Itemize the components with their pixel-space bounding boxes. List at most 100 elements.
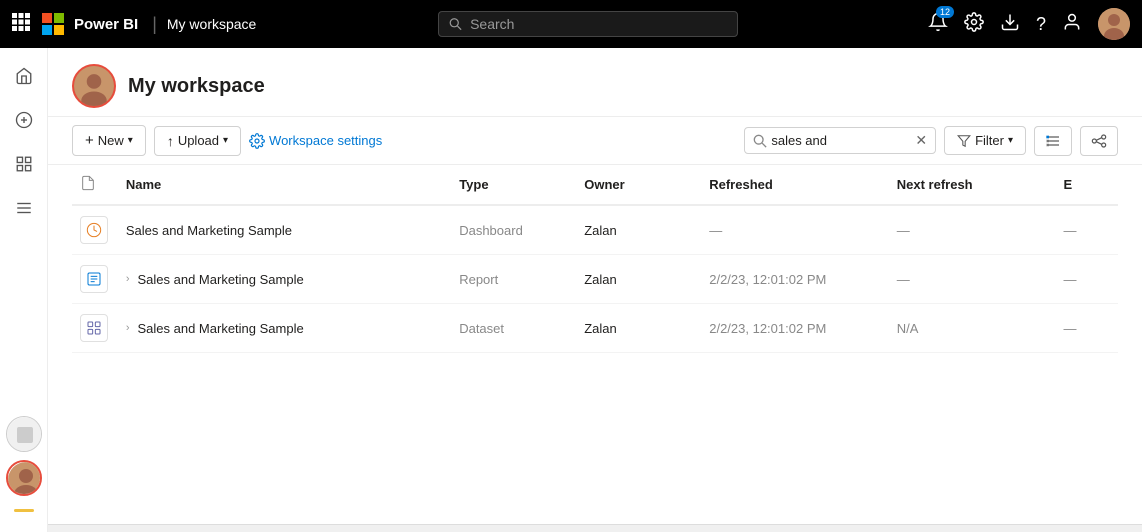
plus-icon: + bbox=[85, 132, 94, 149]
name-cell-container: › Sales and Marketing Sample bbox=[126, 272, 443, 287]
col-header-e[interactable]: E bbox=[1055, 165, 1118, 205]
dataset-icon bbox=[80, 314, 108, 342]
col-header-name[interactable]: Name bbox=[118, 165, 451, 205]
sidebar-learn-icon[interactable] bbox=[6, 416, 42, 452]
notification-badge: 12 bbox=[936, 6, 954, 18]
row-refreshed-cell: — bbox=[701, 205, 889, 255]
waffle-icon[interactable] bbox=[12, 13, 30, 36]
upload-button-label: Upload bbox=[178, 133, 219, 148]
table-row[interactable]: Sales and Marketing Sample Dashboard Zal… bbox=[72, 205, 1118, 255]
sidebar-bottom bbox=[6, 416, 42, 524]
search-box[interactable] bbox=[438, 11, 738, 37]
row-chevron: › bbox=[126, 322, 130, 334]
col-header-next-refresh[interactable]: Next refresh bbox=[889, 165, 1056, 205]
upload-icon: ↑ bbox=[167, 133, 174, 149]
main-layout: My workspace + New ▾ ↑ Upload ▾ Workspac… bbox=[0, 48, 1142, 532]
row-name-cell: › Sales and Marketing Sample bbox=[118, 255, 451, 304]
workspace-toolbar: + New ▾ ↑ Upload ▾ Workspace settings bbox=[48, 117, 1142, 165]
col-header-owner[interactable]: Owner bbox=[576, 165, 701, 205]
row-owner-cell: Zalan bbox=[576, 205, 701, 255]
sidebar-item-home[interactable] bbox=[4, 56, 44, 96]
row-next-refresh-cell: — bbox=[889, 205, 1056, 255]
row-owner-cell: Zalan bbox=[576, 255, 701, 304]
items-table-area: Name Type Owner Refreshed Next refresh E… bbox=[48, 165, 1142, 524]
nav-icons: 12 ? bbox=[928, 8, 1130, 40]
workspace-settings-button[interactable]: Workspace settings bbox=[249, 133, 382, 149]
sidebar-user-avatar[interactable] bbox=[6, 460, 42, 496]
content-area: My workspace + New ▾ ↑ Upload ▾ Workspac… bbox=[48, 48, 1142, 532]
table-header-row: Name Type Owner Refreshed Next refresh E bbox=[72, 165, 1118, 205]
name-cell-container: Sales and Marketing Sample bbox=[126, 223, 443, 238]
gear-settings-icon bbox=[249, 133, 265, 149]
items-table: Name Type Owner Refreshed Next refresh E… bbox=[72, 165, 1118, 353]
row-e-cell: — bbox=[1055, 304, 1118, 353]
upload-button[interactable]: ↑ Upload ▾ bbox=[154, 126, 241, 156]
filter-chevron-icon: ▾ bbox=[1008, 135, 1013, 146]
row-name-cell: Sales and Marketing Sample bbox=[118, 205, 451, 255]
help-icon[interactable]: ? bbox=[1036, 14, 1046, 35]
top-navigation: Power BI | My workspace 12 bbox=[0, 0, 1142, 48]
row-type-cell: Dashboard bbox=[451, 205, 576, 255]
workspace-avatar bbox=[72, 64, 116, 108]
row-name[interactable]: Sales and Marketing Sample bbox=[126, 223, 292, 238]
row-icon-cell bbox=[72, 255, 118, 304]
sidebar bbox=[0, 48, 48, 532]
row-name[interactable]: Sales and Marketing Sample bbox=[138, 321, 304, 336]
row-next-refresh-cell: — bbox=[889, 255, 1056, 304]
lineage-view-button[interactable] bbox=[1080, 126, 1118, 156]
row-chevron: › bbox=[126, 273, 130, 285]
search-clear-icon[interactable]: ✕ bbox=[915, 132, 927, 149]
download-icon[interactable] bbox=[1000, 12, 1020, 37]
filter-button[interactable]: Filter ▾ bbox=[944, 126, 1026, 155]
sidebar-item-browse[interactable] bbox=[4, 144, 44, 184]
workspace-header: My workspace bbox=[48, 48, 1142, 117]
search-container bbox=[264, 11, 912, 37]
view-toggle-button[interactable] bbox=[1034, 126, 1072, 156]
sidebar-bottom-indicator bbox=[6, 504, 42, 516]
user-avatar[interactable] bbox=[1098, 8, 1130, 40]
filter-icon bbox=[957, 134, 971, 148]
report-icon bbox=[80, 265, 108, 293]
row-refreshed-cell: 2/2/23, 12:01:02 PM bbox=[701, 304, 889, 353]
list-view-icon bbox=[1045, 133, 1061, 149]
horizontal-scrollbar[interactable] bbox=[48, 524, 1142, 532]
row-type-cell: Report bbox=[451, 255, 576, 304]
row-type-cell: Dataset bbox=[451, 304, 576, 353]
search-icon bbox=[449, 17, 462, 31]
lineage-icon bbox=[1091, 133, 1107, 149]
row-name[interactable]: Sales and Marketing Sample bbox=[138, 272, 304, 287]
table-search-box[interactable]: ✕ bbox=[744, 127, 936, 154]
row-icon-cell bbox=[72, 205, 118, 255]
sidebar-item-create[interactable] bbox=[4, 100, 44, 140]
table-search-input[interactable] bbox=[771, 133, 911, 148]
table-search-icon bbox=[753, 134, 767, 148]
settings-icon[interactable] bbox=[964, 12, 984, 37]
row-next-refresh-cell: N/A bbox=[889, 304, 1056, 353]
new-button-label: New bbox=[98, 133, 124, 148]
nav-divider: | bbox=[152, 14, 157, 35]
search-input[interactable] bbox=[470, 16, 727, 32]
new-button[interactable]: + New ▾ bbox=[72, 125, 146, 156]
nav-workspace-name[interactable]: My workspace bbox=[167, 16, 256, 32]
row-name-cell: › Sales and Marketing Sample bbox=[118, 304, 451, 353]
notifications-icon[interactable]: 12 bbox=[928, 12, 948, 37]
row-icon-cell bbox=[72, 304, 118, 353]
app-name: Power BI bbox=[74, 16, 138, 33]
filter-button-label: Filter bbox=[975, 133, 1004, 148]
upload-chevron-icon: ▾ bbox=[223, 135, 228, 146]
table-row[interactable]: › Sales and Marketing Sample Dataset Zal… bbox=[72, 304, 1118, 353]
name-cell-container: › Sales and Marketing Sample bbox=[126, 321, 443, 336]
row-owner-cell: Zalan bbox=[576, 304, 701, 353]
row-e-cell: — bbox=[1055, 255, 1118, 304]
sidebar-item-data[interactable] bbox=[4, 188, 44, 228]
table-row[interactable]: › Sales and Marketing Sample Report Zala… bbox=[72, 255, 1118, 304]
row-e-cell: — bbox=[1055, 205, 1118, 255]
col-header-refreshed[interactable]: Refreshed bbox=[701, 165, 889, 205]
microsoft-logo bbox=[42, 13, 64, 35]
row-refreshed-cell: 2/2/23, 12:01:02 PM bbox=[701, 255, 889, 304]
workspace-title: My workspace bbox=[128, 75, 265, 98]
dashboard-icon bbox=[80, 216, 108, 244]
col-header-type[interactable]: Type bbox=[451, 165, 576, 205]
account-icon[interactable] bbox=[1062, 12, 1082, 37]
col-header-icon bbox=[72, 165, 118, 205]
